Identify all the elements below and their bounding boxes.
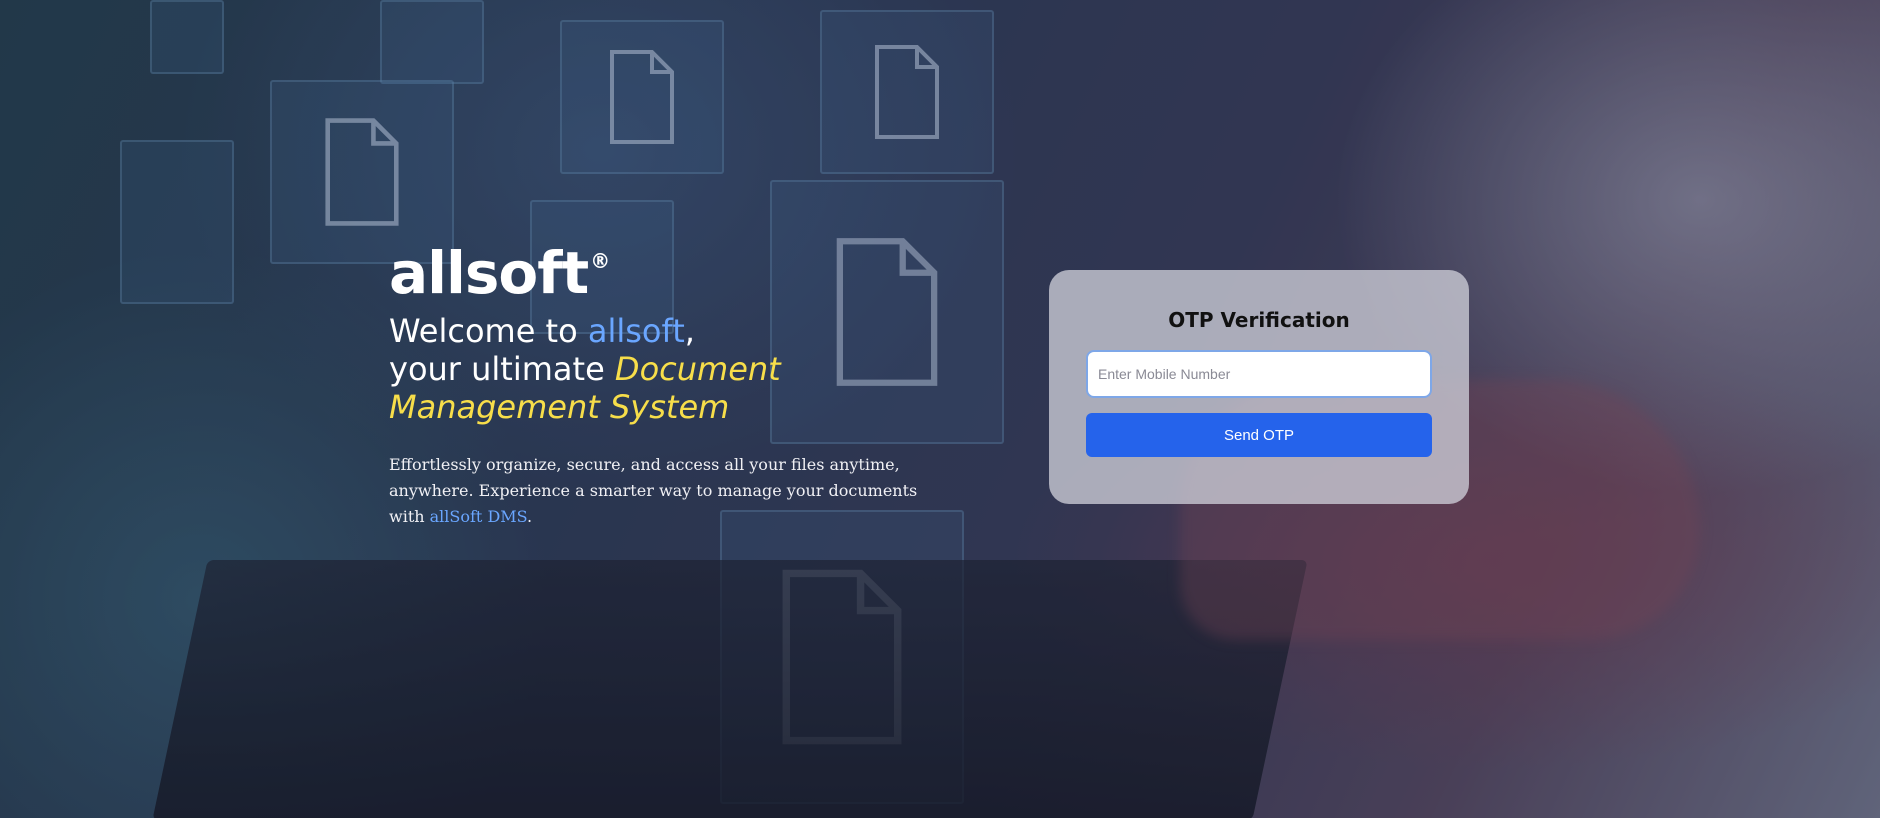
welcome-headline: Welcome to allsoft, your ultimate Docume… — [389, 312, 949, 426]
headline-prefix: Welcome to — [389, 312, 588, 350]
hero-section: allsoft ® Welcome to allsoft, your ultim… — [389, 240, 949, 530]
brand-logo: allsoft ® — [389, 240, 949, 306]
tagline-end: . — [527, 507, 533, 526]
otp-verification-card: OTP Verification Send OTP — [1049, 270, 1469, 504]
card-title: OTP Verification — [1168, 308, 1350, 332]
tagline-brand-link: allSoft DMS — [429, 507, 528, 526]
headline-line2: your ultimate — [389, 350, 615, 388]
send-otp-button[interactable]: Send OTP — [1086, 413, 1432, 457]
headline-highlight-document: Document — [614, 350, 781, 388]
mobile-number-input[interactable] — [1086, 350, 1432, 398]
headline-highlight-dms: Management System — [389, 388, 730, 426]
registered-mark: ® — [590, 249, 610, 273]
tagline-paragraph: Effortlessly organize, secure, and acces… — [389, 452, 929, 530]
headline-brand: allsoft — [587, 312, 685, 350]
brand-name: allsoft — [389, 239, 589, 307]
headline-comma: , — [684, 312, 695, 350]
